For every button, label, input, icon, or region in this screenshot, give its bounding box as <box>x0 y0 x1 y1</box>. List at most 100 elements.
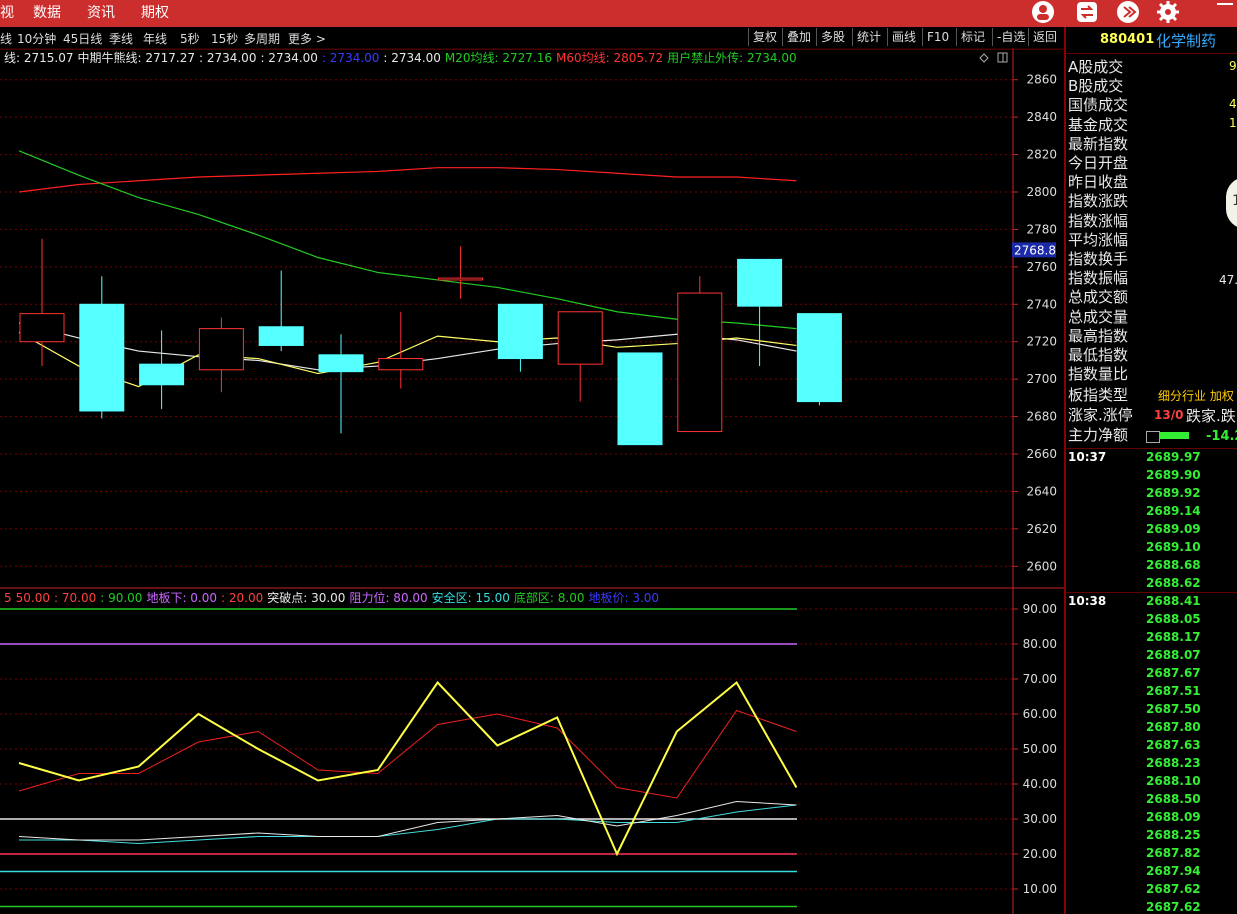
period-more[interactable]: 更多 > <box>288 30 326 47</box>
candle <box>438 246 484 299</box>
main-net-value: -14.2 <box>1206 429 1237 444</box>
legend-item: 突破点: 30.00 <box>267 590 345 605</box>
diamond-icon[interactable] <box>979 53 989 63</box>
panel-label: 涨家.涨停 <box>1068 406 1133 424</box>
ind-axis-label: 90.00 <box>1023 602 1057 616</box>
period-10min[interactable]: 10分钟 <box>17 30 56 47</box>
legend-item: M20均线: 2727.16 <box>445 51 552 65</box>
gear-icon[interactable] <box>1156 0 1180 24</box>
ind-axis-label: 80.00 <box>1023 637 1057 651</box>
ind-red-line <box>18 709 797 799</box>
period-45day[interactable]: 45日线 <box>63 30 102 47</box>
tick-price: 2688.68 <box>1146 558 1201 572</box>
candle-body <box>497 303 543 360</box>
candle-body <box>318 354 364 373</box>
legend-item: : 2734.00 <box>383 51 440 65</box>
period-multi[interactable]: 多周期 <box>244 30 280 47</box>
panel-label: 指数涨跌 <box>1068 192 1129 211</box>
sync-icon[interactable] <box>1075 0 1099 24</box>
menu-options[interactable]: 期权 <box>141 2 169 22</box>
legend-item: 阻力位: 80.00 <box>349 590 427 605</box>
draw-line-button[interactable]: 画线 <box>887 28 920 46</box>
tick-price: 2688.50 <box>1146 792 1201 806</box>
tick-price: 2688.07 <box>1146 648 1201 662</box>
legend-item: 线: 2715.07 <box>4 51 73 65</box>
period-5s[interactable]: 5秒 <box>180 30 200 47</box>
panel-label: 板指类型 <box>1068 385 1129 404</box>
ind-axis-label: 60.00 <box>1023 707 1057 721</box>
menu-data[interactable]: 数据 <box>33 2 61 22</box>
panel-label: B股成交 <box>1068 77 1124 96</box>
panel-label: 总成交额 <box>1068 288 1129 307</box>
candle <box>79 276 125 419</box>
candle-body <box>796 313 842 403</box>
panel-label: 最高指数 <box>1068 326 1129 345</box>
candle <box>378 311 424 389</box>
user-icon[interactable] <box>1031 0 1055 24</box>
period-season[interactable]: 季线 <box>109 30 133 47</box>
tick-price: 2687.50 <box>1146 702 1201 716</box>
legend-item: : 90.00 <box>100 591 142 605</box>
statistics-button[interactable]: 统计 <box>852 28 885 46</box>
panel-label: 最低指数 <box>1068 346 1129 364</box>
legend-item: 5 <box>4 591 12 605</box>
ind-axis-label: 20.00 <box>1023 847 1057 861</box>
candle <box>139 330 185 410</box>
candle-body <box>617 352 663 446</box>
price-axis-label: 2760 <box>1026 260 1057 274</box>
ind-axis-label: 30.00 <box>1023 812 1057 826</box>
panel-label: 平均涨幅 <box>1068 230 1129 249</box>
top-menu-bar: 视 数据 资讯 期权 <box>0 0 1237 27</box>
price-axis-label: 2700 <box>1026 372 1057 386</box>
candle-body <box>737 258 783 307</box>
price-axis-label: 2740 <box>1026 297 1057 311</box>
menu-view[interactable]: 视 <box>0 2 14 22</box>
list-icon[interactable] <box>1146 431 1160 443</box>
tick-price: 2689.97 <box>1146 450 1201 464</box>
tick-price: 2688.62 <box>1146 576 1201 590</box>
restore-rights-button[interactable]: 复权 <box>748 28 781 46</box>
tick-price: 2687.63 <box>1146 738 1201 752</box>
overlay-button[interactable]: 叠加 <box>782 28 815 46</box>
stock-header: 880401 化学制药 <box>1066 27 1237 54</box>
watchlist-button[interactable]: -自选 <box>992 28 1029 46</box>
candle-body <box>677 292 723 433</box>
menu-news[interactable]: 资讯 <box>87 2 115 22</box>
legend-item: : 2734.00 <box>260 51 317 65</box>
panel-label: 国债成交 <box>1068 96 1129 115</box>
ind-white-line <box>18 800 797 841</box>
up-count-value: 13/0 <box>1154 408 1184 422</box>
tick-price: 2687.62 <box>1146 882 1201 896</box>
period-day[interactable]: 线 <box>0 30 12 47</box>
candle-body <box>139 363 185 386</box>
tick-price: 2689.10 <box>1146 540 1201 554</box>
panel-label: 指数换手 <box>1068 250 1129 268</box>
tick-price: 2687.51 <box>1146 684 1201 698</box>
price-axis-label: 2800 <box>1026 185 1057 199</box>
quote-panel: 880401 化学制药 A股成交 B股成交 国债成交 基金成交 最新指数 今日开盘 昨日收盘… <box>1064 27 1237 914</box>
legend-item: : 2734.00 <box>199 51 256 65</box>
minimize-icon[interactable] <box>1217 3 1233 5</box>
legend-item: : 20.00 <box>221 591 263 605</box>
ind-axis-label: 70.00 <box>1023 672 1057 686</box>
period-year[interactable]: 年线 <box>143 30 167 47</box>
tick-price: 2689.09 <box>1146 522 1201 536</box>
mark-button[interactable]: 标记 <box>956 28 989 46</box>
skip-icon[interactable] <box>1116 0 1140 24</box>
panel-label: 昨日收盘 <box>1068 173 1129 192</box>
legend-item: : 2734.00 <box>322 51 379 65</box>
legend-item: 安全区: 15.00 <box>432 590 510 605</box>
panel-label: 最新指数 <box>1068 134 1129 153</box>
cursor-price-label: 2768.8 <box>1014 243 1056 257</box>
candle <box>617 352 663 446</box>
candle-body <box>79 303 125 412</box>
candle <box>737 258 783 367</box>
kline-chart[interactable]: 2860 2840 2820 2800 2780 2760 2740 2720 2700 2680… <box>0 48 1064 914</box>
multi-stock-button[interactable]: 多股 <box>816 28 849 46</box>
legend-item: 底部区: 8.00 <box>514 590 585 605</box>
f10-button[interactable]: F10 <box>922 28 953 46</box>
back-button[interactable]: 返回 <box>1028 28 1061 46</box>
candle <box>497 303 543 372</box>
tick-price: 2689.14 <box>1146 504 1201 518</box>
period-15s[interactable]: 15秒 <box>211 30 238 47</box>
